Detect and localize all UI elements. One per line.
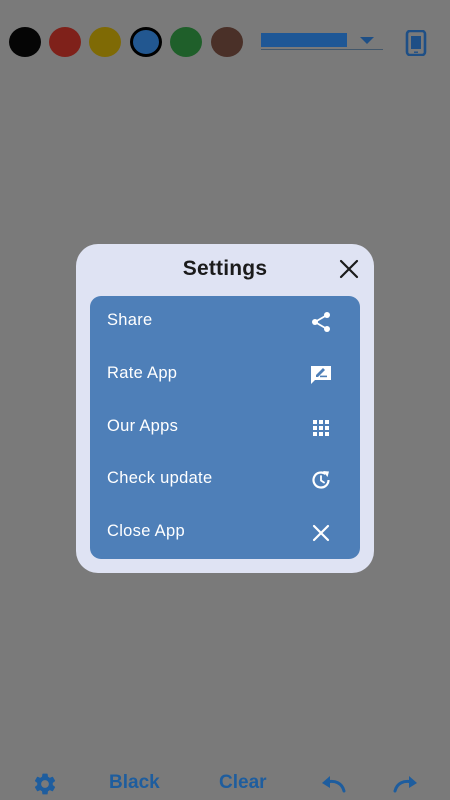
dialog-title: Settings	[182, 257, 268, 280]
tablet-icon[interactable]	[404, 30, 428, 56]
color-swatch-blue[interactable]	[130, 27, 162, 57]
menu-item-label: Share	[107, 311, 153, 329]
settings-dialog: Settings Share Rate App Our Apps Check u…	[76, 244, 374, 573]
stroke-width-dropdown[interactable]	[261, 33, 383, 50]
current-color-button[interactable]: Black	[109, 772, 160, 794]
color-swatch-brown[interactable]	[211, 27, 243, 57]
menu-item-label: Check update	[107, 469, 213, 487]
close-icon[interactable]	[338, 258, 360, 280]
redo-icon[interactable]	[391, 773, 419, 795]
bottom-toolbar: Black Clear	[0, 760, 450, 800]
color-swatch-red[interactable]	[49, 27, 81, 57]
apps-grid-icon	[313, 420, 329, 436]
menu-item-label: Close App	[107, 522, 185, 540]
share-icon	[312, 312, 330, 332]
stroke-preview	[261, 33, 347, 47]
menu-item-rate-app[interactable]: Rate App	[90, 349, 360, 401]
color-swatch-yellow[interactable]	[89, 27, 121, 57]
undo-icon[interactable]	[320, 773, 348, 795]
dropdown-underline	[261, 49, 383, 50]
caret-down-icon	[360, 37, 374, 44]
menu-item-our-apps[interactable]: Our Apps	[90, 402, 360, 454]
settings-menu: Share Rate App Our Apps Check update Clo…	[90, 296, 360, 559]
gear-icon[interactable]	[32, 771, 58, 797]
menu-item-check-update[interactable]: Check update	[90, 454, 360, 506]
update-icon	[312, 471, 330, 489]
clear-button[interactable]: Clear	[219, 772, 267, 794]
close-icon	[312, 524, 330, 542]
top-toolbar	[0, 0, 450, 84]
menu-item-label: Rate App	[107, 364, 178, 382]
color-swatch-green[interactable]	[170, 27, 202, 57]
menu-item-share[interactable]: Share	[90, 296, 360, 348]
color-swatch-black[interactable]	[9, 27, 41, 57]
menu-item-label: Our Apps	[107, 417, 179, 435]
menu-item-close-app[interactable]: Close App	[90, 507, 360, 559]
rate-icon	[311, 366, 331, 384]
